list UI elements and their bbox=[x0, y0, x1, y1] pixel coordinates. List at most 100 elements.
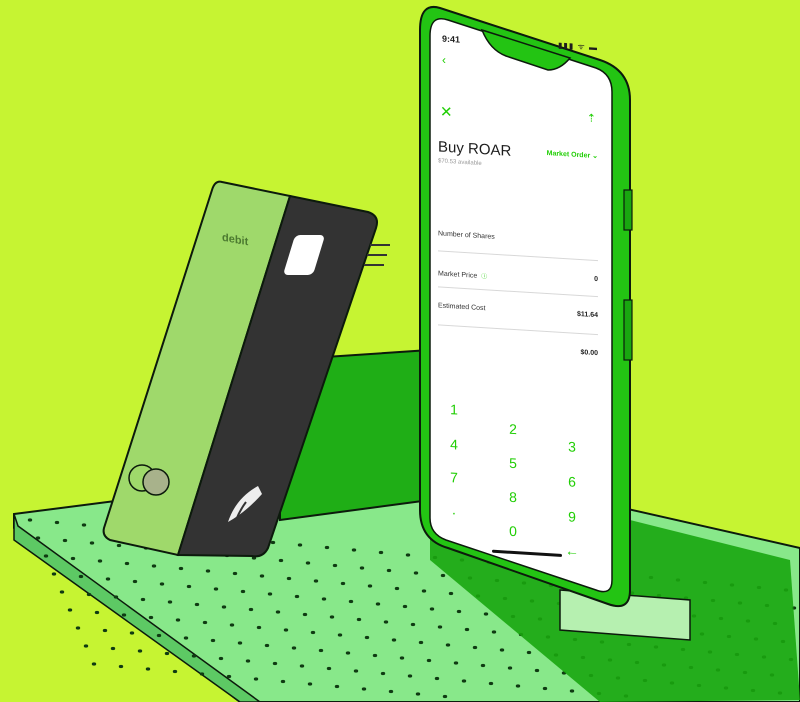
peg-hole bbox=[491, 630, 497, 634]
peg-hole bbox=[283, 628, 289, 632]
peg-hole bbox=[113, 595, 119, 599]
peg-hole bbox=[102, 628, 108, 633]
peg-hole bbox=[332, 563, 338, 568]
peg-hole bbox=[178, 566, 184, 571]
peg-hole bbox=[418, 640, 424, 645]
peg-hole bbox=[405, 553, 411, 557]
peg-hole bbox=[321, 597, 327, 601]
illustration-scene bbox=[13, 6, 800, 702]
peg-hole bbox=[515, 684, 521, 688]
keypad-8[interactable]: 8 bbox=[503, 488, 523, 505]
peg-hole bbox=[237, 641, 243, 645]
peg-hole bbox=[372, 653, 378, 658]
peg-hole bbox=[302, 612, 308, 617]
keypad-5[interactable]: 5 bbox=[503, 454, 523, 471]
peg-hole bbox=[291, 646, 297, 650]
peg-hole bbox=[245, 659, 251, 663]
peg-hole bbox=[118, 664, 124, 669]
peg-hole bbox=[307, 682, 313, 686]
peg-hole bbox=[221, 605, 227, 609]
available-balance: $70.53 available bbox=[438, 158, 482, 168]
peg-hole bbox=[159, 582, 165, 586]
info-icon[interactable]: ⓘ bbox=[481, 274, 487, 280]
order-type-dropdown[interactable]: Market Order ⌄ bbox=[547, 149, 598, 160]
peg-hole bbox=[270, 540, 276, 545]
page-title: Buy ROAR bbox=[438, 138, 512, 160]
back-icon[interactable]: ‹ bbox=[442, 53, 446, 67]
peg-hole bbox=[191, 654, 197, 658]
peg-hole bbox=[448, 591, 454, 596]
peg-hole bbox=[351, 548, 357, 552]
peg-hole bbox=[345, 651, 351, 655]
keypad-7[interactable]: 7 bbox=[444, 469, 464, 486]
peg-hole bbox=[278, 558, 284, 563]
peg-hole bbox=[97, 559, 103, 563]
divider bbox=[438, 250, 598, 262]
peg-hole bbox=[229, 623, 235, 627]
peg-hole bbox=[62, 538, 68, 543]
peg-hole bbox=[297, 543, 303, 547]
peg-hole bbox=[132, 579, 138, 584]
peg-hole bbox=[453, 661, 459, 665]
keypad-9[interactable]: 9 bbox=[562, 508, 582, 525]
peg-hole bbox=[310, 630, 316, 635]
peg-hole bbox=[445, 643, 451, 647]
peg-hole bbox=[415, 692, 421, 696]
peg-hole bbox=[156, 633, 162, 638]
peg-hole bbox=[186, 584, 192, 589]
peg-hole bbox=[248, 607, 254, 612]
peg-hole bbox=[407, 674, 413, 678]
keypad-2[interactable]: 2 bbox=[503, 420, 523, 437]
keypad-0[interactable]: 0 bbox=[503, 522, 523, 539]
peg-hole bbox=[329, 615, 335, 619]
peg-hole bbox=[361, 687, 367, 691]
shares-label: Number of Shares bbox=[438, 230, 495, 241]
peg-hole bbox=[472, 645, 478, 650]
peg-hole bbox=[264, 643, 270, 648]
peg-hole bbox=[507, 666, 513, 670]
keypad-backspace[interactable]: ← bbox=[562, 542, 582, 559]
keypad-3[interactable]: 3 bbox=[562, 438, 582, 455]
peg-hole bbox=[43, 554, 49, 558]
peg-hole bbox=[434, 676, 440, 681]
peg-hole bbox=[148, 615, 154, 620]
divider bbox=[438, 324, 598, 336]
home-indicator bbox=[492, 549, 562, 557]
shares-value[interactable]: 0 bbox=[594, 276, 598, 283]
peg-hole bbox=[199, 672, 205, 676]
market-price-text: Market Price bbox=[438, 270, 478, 280]
peg-hole bbox=[413, 571, 419, 575]
peg-hole bbox=[51, 572, 57, 576]
peg-hole bbox=[275, 610, 281, 614]
peg-hole bbox=[426, 658, 432, 663]
peg-hole bbox=[129, 631, 135, 635]
peg-hole bbox=[110, 646, 116, 651]
peg-hole bbox=[89, 541, 95, 545]
peg-hole bbox=[67, 608, 73, 612]
keypad-1[interactable]: 1 bbox=[444, 401, 464, 418]
peg-hole bbox=[253, 677, 259, 681]
peg-hole bbox=[348, 599, 354, 604]
peg-hole bbox=[59, 590, 65, 594]
keypad-decimal[interactable]: . bbox=[444, 501, 464, 518]
divider bbox=[438, 286, 598, 298]
peg-hole bbox=[375, 602, 381, 606]
peg-hole bbox=[542, 686, 548, 691]
peg-hole bbox=[402, 604, 408, 609]
peg-hole bbox=[437, 625, 443, 629]
peg-hole bbox=[378, 550, 384, 555]
peg-hole bbox=[340, 581, 346, 586]
peg-hole bbox=[359, 566, 365, 570]
peg-hole bbox=[334, 684, 340, 689]
peg-hole bbox=[137, 649, 143, 653]
peg-hole bbox=[356, 617, 362, 622]
keypad-4[interactable]: 4 bbox=[444, 436, 464, 453]
keypad-6[interactable]: 6 bbox=[562, 473, 582, 490]
close-icon[interactable]: ✕ bbox=[440, 102, 453, 121]
peg-hole bbox=[299, 664, 305, 668]
peg-hole bbox=[124, 561, 130, 566]
peg-hole bbox=[388, 689, 394, 694]
peg-hole bbox=[386, 568, 392, 573]
peg-hole bbox=[464, 627, 470, 632]
share-icon[interactable]: ⇡ bbox=[587, 111, 596, 125]
